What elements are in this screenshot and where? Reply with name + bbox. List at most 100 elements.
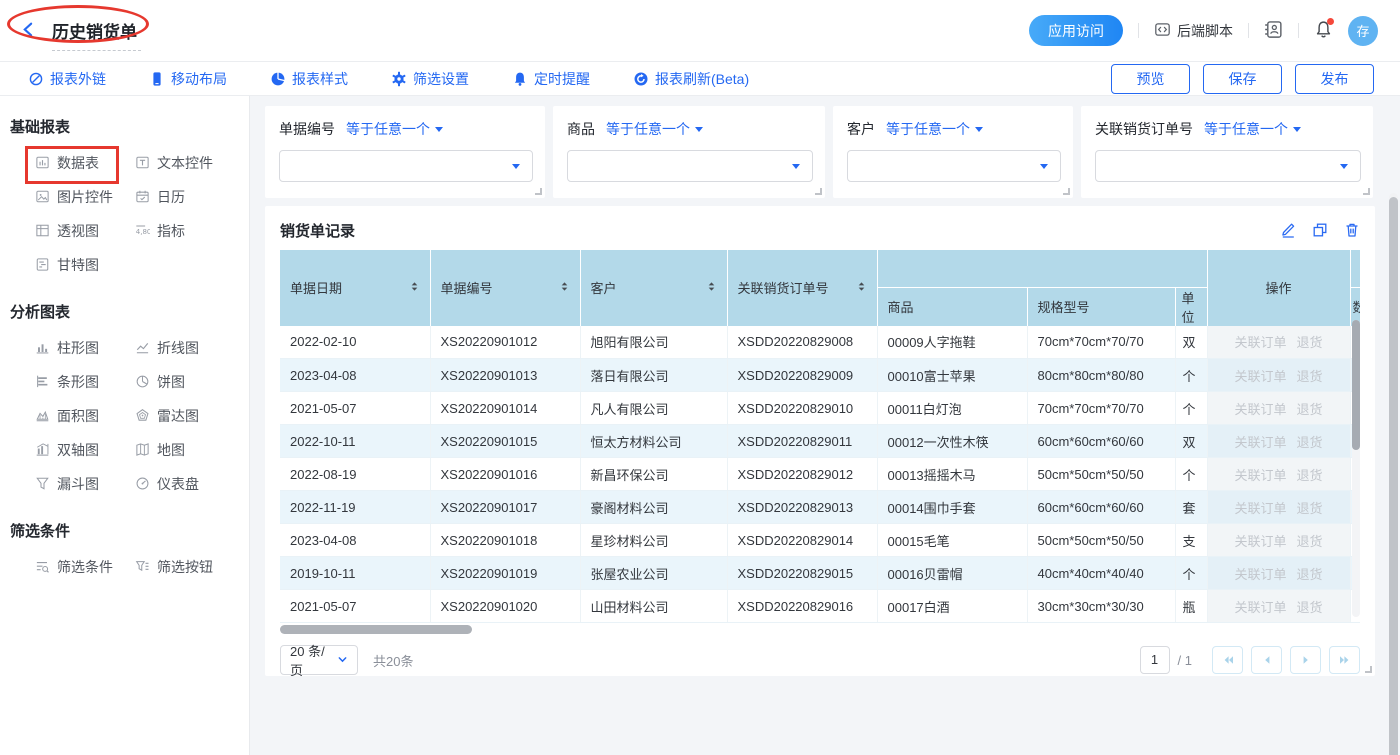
return-link[interactable]: 退货 bbox=[1297, 600, 1323, 615]
return-link[interactable]: 退货 bbox=[1297, 534, 1323, 549]
filter-widget-1[interactable]: 商品等于任意一个 bbox=[553, 106, 825, 198]
related-order-link[interactable]: 关联订单 bbox=[1234, 600, 1286, 615]
toolbar-item-pie-solid[interactable]: 报表样式 bbox=[270, 69, 348, 89]
return-link[interactable]: 退货 bbox=[1297, 402, 1323, 417]
sidebar-item-metric[interactable]: 4,80指标 bbox=[135, 221, 235, 240]
toolbar: 报表外链 移动布局 报表样式 筛选设置 定时提醒 报表刷新(Beta) 预览保存发布 bbox=[0, 62, 1400, 96]
resize-handle[interactable] bbox=[535, 188, 542, 195]
filter-value-select[interactable] bbox=[567, 150, 813, 182]
toolbar-item-mobile[interactable]: 移动布局 bbox=[149, 69, 227, 89]
sub-column-header[interactable]: 规格型号 bbox=[1027, 287, 1175, 326]
save-button[interactable]: 保存 bbox=[1203, 64, 1282, 94]
copy-icon[interactable] bbox=[1312, 222, 1328, 238]
app-access-button[interactable]: 应用访问 bbox=[1029, 15, 1123, 46]
cell-customer: 凡人有限公司 bbox=[580, 392, 727, 425]
sidebar-item-pivot[interactable]: 透视图 bbox=[35, 221, 135, 240]
current-page-input[interactable]: 1 bbox=[1140, 646, 1170, 674]
related-order-link[interactable]: 关联订单 bbox=[1234, 501, 1286, 516]
sidebar-item-dual-axis[interactable]: 双轴图 bbox=[35, 440, 135, 459]
toolbar-item-gear[interactable]: 筛选设置 bbox=[391, 69, 469, 89]
gauge-icon bbox=[135, 476, 150, 491]
sidebar-item-line-chart[interactable]: 折线图 bbox=[135, 338, 235, 357]
return-link[interactable]: 退货 bbox=[1297, 567, 1323, 582]
notifications-button[interactable] bbox=[1314, 20, 1333, 42]
sidebar-item-filter-condition[interactable]: 筛选条件 bbox=[35, 557, 135, 576]
sidebar-item-data-table[interactable]: 数据表 bbox=[35, 153, 135, 172]
filter-value-select[interactable] bbox=[279, 150, 533, 182]
sidebar-item-funnel-chart[interactable]: 漏斗图 bbox=[35, 474, 135, 493]
page-title[interactable]: 历史销货单 bbox=[52, 18, 137, 43]
sidebar-item-map[interactable]: 地图 bbox=[135, 440, 235, 459]
related-order-link[interactable]: 关联订单 bbox=[1234, 435, 1286, 450]
filter-value-select[interactable] bbox=[847, 150, 1061, 182]
page-size-select[interactable]: 20 条/页 bbox=[280, 645, 358, 675]
resize-handle[interactable] bbox=[815, 188, 822, 195]
return-link[interactable]: 退货 bbox=[1297, 501, 1323, 516]
next-page-button[interactable] bbox=[1290, 646, 1321, 674]
filter-value-select[interactable] bbox=[1095, 150, 1361, 182]
backend-script-button[interactable]: 后端脚本 bbox=[1154, 21, 1233, 41]
sidebar-item-bar-chart[interactable]: 条形图 bbox=[35, 372, 135, 391]
resize-handle[interactable] bbox=[1363, 188, 1370, 195]
related-order-link[interactable]: 关联订单 bbox=[1234, 402, 1286, 417]
preview-button[interactable]: 预览 bbox=[1111, 64, 1190, 94]
related-order-link[interactable]: 关联订单 bbox=[1234, 369, 1286, 384]
return-link[interactable]: 退货 bbox=[1297, 335, 1323, 350]
filter-condition-dropdown[interactable]: 等于任意一个 bbox=[606, 119, 703, 139]
column-header[interactable]: 单据日期 bbox=[280, 250, 430, 326]
toolbar-item-alarm[interactable]: 定时提醒 bbox=[512, 69, 590, 89]
sidebar-item-gauge[interactable]: 仪表盘 bbox=[135, 474, 235, 493]
sidebar-item-gantt[interactable]: 甘特图 bbox=[35, 255, 135, 274]
edit-icon[interactable] bbox=[1280, 222, 1296, 238]
sidebar-item-text-widget[interactable]: 文本控件 bbox=[135, 153, 235, 172]
sales-table-widget[interactable]: 销货单记录 单据日期单据编号客户关联销货订单号操作商品规格型号单位数量2022-… bbox=[265, 206, 1375, 676]
contacts-button[interactable] bbox=[1264, 20, 1283, 42]
column-header[interactable]: 关联销货订单号 bbox=[727, 250, 877, 326]
page-scrollbar[interactable] bbox=[1389, 193, 1398, 755]
sidebar-section: 分析图表柱形图折线图条形图饼图面积图雷达图双轴图地图漏斗图仪表盘 bbox=[10, 301, 249, 493]
publish-button[interactable]: 发布 bbox=[1295, 64, 1374, 94]
back-button[interactable] bbox=[20, 21, 37, 41]
resize-handle[interactable] bbox=[1365, 666, 1372, 673]
return-link[interactable]: 退货 bbox=[1297, 369, 1323, 384]
avatar[interactable]: 存 bbox=[1348, 16, 1378, 46]
related-order-link[interactable]: 关联订单 bbox=[1234, 534, 1286, 549]
table-horizontal-scrollbar[interactable] bbox=[280, 625, 1360, 634]
table-vertical-scrollbar[interactable] bbox=[1352, 320, 1360, 617]
related-order-link[interactable]: 关联订单 bbox=[1234, 567, 1286, 582]
filter-condition-dropdown[interactable]: 等于任意一个 bbox=[346, 119, 443, 139]
last-page-button[interactable] bbox=[1329, 646, 1360, 674]
sidebar-item-radar-chart[interactable]: 雷达图 bbox=[135, 406, 235, 425]
sidebar-item-calendar[interactable]: 日历 bbox=[135, 187, 235, 206]
first-page-button[interactable] bbox=[1212, 646, 1243, 674]
column-header[interactable]: 客户 bbox=[580, 250, 727, 326]
column-header[interactable]: 单据编号 bbox=[430, 250, 580, 326]
sales-table: 单据日期单据编号客户关联销货订单号操作商品规格型号单位数量2022-02-10X… bbox=[280, 250, 1360, 623]
sidebar-item-pie-chart[interactable]: 饼图 bbox=[135, 372, 235, 391]
filter-condition-dropdown[interactable]: 等于任意一个 bbox=[1204, 119, 1301, 139]
prev-page-button[interactable] bbox=[1251, 646, 1282, 674]
sort-icon[interactable] bbox=[706, 280, 717, 296]
sort-icon[interactable] bbox=[856, 280, 867, 296]
related-order-link[interactable]: 关联订单 bbox=[1234, 335, 1286, 350]
sidebar-item-filter-button[interactable]: 筛选按钮 bbox=[135, 557, 235, 576]
sort-icon[interactable] bbox=[409, 280, 420, 296]
related-order-link[interactable]: 关联订单 bbox=[1234, 468, 1286, 483]
sort-icon[interactable] bbox=[559, 280, 570, 296]
resize-handle[interactable] bbox=[1063, 188, 1070, 195]
sidebar-item-column-chart[interactable]: 柱形图 bbox=[35, 338, 135, 357]
return-link[interactable]: 退货 bbox=[1297, 435, 1323, 450]
filter-widget-3[interactable]: 关联销货订单号等于任意一个 bbox=[1081, 106, 1373, 198]
sub-column-header[interactable]: 商品 bbox=[877, 287, 1027, 326]
toolbar-item-refresh[interactable]: 报表刷新(Beta) bbox=[633, 69, 749, 89]
sidebar-item-area-chart[interactable]: 面积图 bbox=[35, 406, 135, 425]
filter-widget-2[interactable]: 客户等于任意一个 bbox=[833, 106, 1073, 198]
return-link[interactable]: 退货 bbox=[1297, 468, 1323, 483]
filter-condition-dropdown[interactable]: 等于任意一个 bbox=[886, 119, 983, 139]
filter-widget-0[interactable]: 单据编号等于任意一个 bbox=[265, 106, 545, 198]
delete-icon[interactable] bbox=[1344, 222, 1360, 238]
sub-column-header[interactable]: 单位 bbox=[1175, 287, 1207, 326]
toolbar-item-link[interactable]: 报表外链 bbox=[28, 69, 106, 89]
alarm-icon bbox=[512, 71, 528, 87]
sidebar-item-image-widget[interactable]: 图片控件 bbox=[35, 187, 135, 206]
